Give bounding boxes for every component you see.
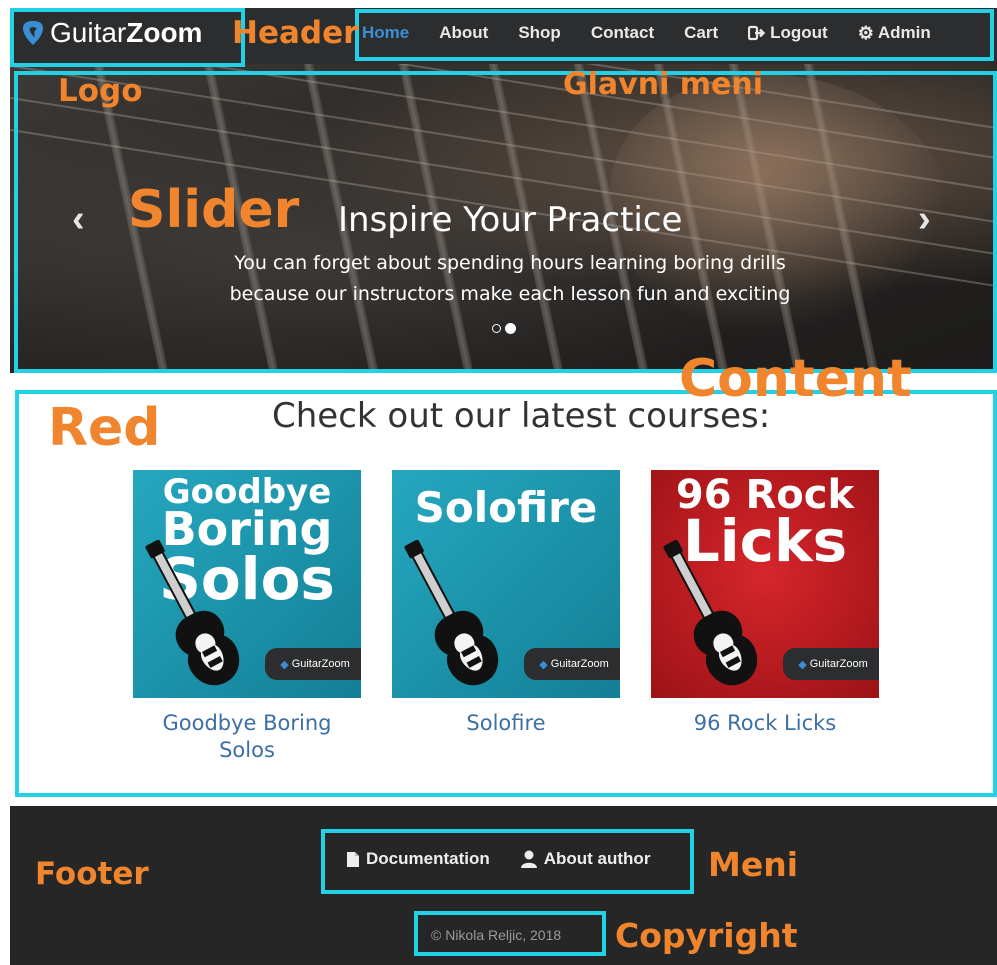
annotation-menu: Meni [708,845,799,884]
annotation-content: Content [679,349,912,409]
annotation-row: Red [48,398,161,458]
annotation-copyright: Copyright [615,916,798,955]
annotation-box-logo [10,8,245,67]
annotation-slider: Slider [128,180,300,240]
annotation-box-footer-menu [321,829,694,894]
annotation-box-copyright [414,911,606,956]
annotation-header: Header [232,15,359,51]
annotation-main-menu: Glavni meni [563,67,764,102]
annotation-box-main-menu [355,9,994,61]
annotation-box-content [15,390,997,797]
annotation-footer: Footer [35,856,149,892]
annotation-logo: Logo [58,73,143,109]
